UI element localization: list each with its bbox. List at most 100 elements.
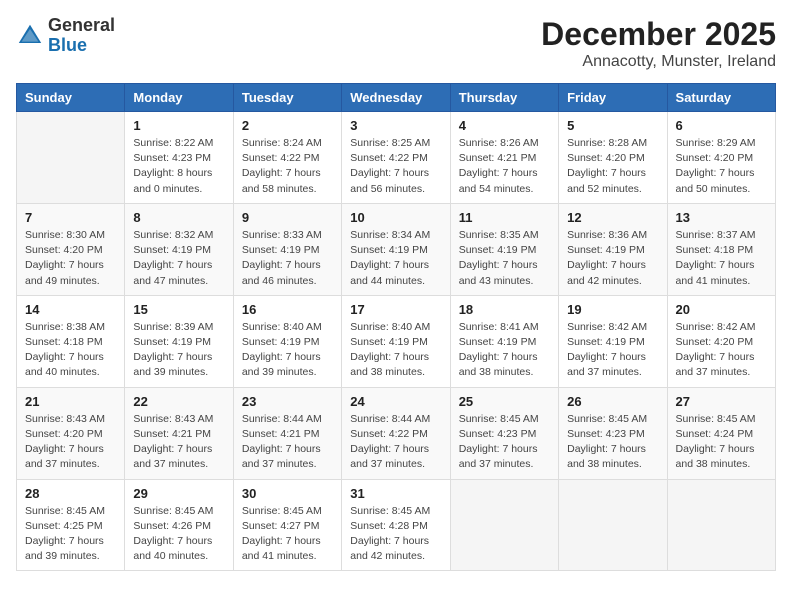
day-info: Sunrise: 8:44 AMSunset: 4:21 PMDaylight:… [242, 412, 333, 473]
calendar-cell: 23 Sunrise: 8:44 AMSunset: 4:21 PMDayligh… [233, 387, 341, 479]
day-info: Sunrise: 8:45 AMSunset: 4:23 PMDaylight:… [567, 412, 658, 473]
day-number: 23 [242, 394, 333, 409]
calendar-cell: 25 Sunrise: 8:45 AMSunset: 4:23 PMDayligh… [450, 387, 558, 479]
day-number: 12 [567, 210, 658, 225]
calendar-cell: 10Sunrise: 8:34 AMSunset: 4:19 PMDayligh… [342, 203, 450, 295]
day-number: 5 [567, 118, 658, 133]
calendar-cell: 30 Sunrise: 8:45 AMSunset: 4:27 PMDayligh… [233, 479, 341, 571]
day-info: Sunrise: 8:45 AMSunset: 4:28 PMDaylight:… [350, 504, 441, 565]
day-number: 13 [676, 210, 767, 225]
day-number: 29 [133, 486, 224, 501]
day-number: 14 [25, 302, 116, 317]
day-info: Sunrise: 8:35 AMSunset: 4:19 PMDaylight:… [459, 228, 550, 289]
day-number: 25 [459, 394, 550, 409]
weekday-header: Sunday [17, 84, 125, 112]
calendar-week-row: 7Sunrise: 8:30 AMSunset: 4:20 PMDaylight… [17, 203, 776, 295]
day-number: 28 [25, 486, 116, 501]
day-number: 8 [133, 210, 224, 225]
day-number: 26 [567, 394, 658, 409]
day-info: Sunrise: 8:30 AMSunset: 4:20 PMDaylight:… [25, 228, 116, 289]
calendar-cell: 3Sunrise: 8:25 AMSunset: 4:22 PMDaylight… [342, 112, 450, 204]
day-number: 30 [242, 486, 333, 501]
calendar-cell: 24Sunrise: 8:44 AMSunset: 4:22 PMDayligh… [342, 387, 450, 479]
page-subtitle: Annacotty, Munster, Ireland [541, 53, 776, 71]
day-info: Sunrise: 8:38 AMSunset: 4:18 PMDaylight:… [25, 320, 116, 381]
weekday-header: Saturday [667, 84, 775, 112]
day-number: 18 [459, 302, 550, 317]
day-info: Sunrise: 8:45 AMSunset: 4:26 PMDaylight:… [133, 504, 224, 565]
day-number: 19 [567, 302, 658, 317]
day-info: Sunrise: 8:42 AMSunset: 4:20 PMDaylight:… [676, 320, 767, 381]
day-info: Sunrise: 8:25 AMSunset: 4:22 PMDaylight:… [350, 136, 441, 197]
day-number: 10 [350, 210, 441, 225]
calendar-cell: 20 Sunrise: 8:42 AMSunset: 4:20 PMDayligh… [667, 295, 775, 387]
weekday-header: Friday [559, 84, 667, 112]
day-number: 1 [133, 118, 224, 133]
day-info: Sunrise: 8:22 AMSunset: 4:23 PMDaylight:… [133, 136, 224, 197]
calendar-cell: 9 Sunrise: 8:33 AMSunset: 4:19 PMDaylight… [233, 203, 341, 295]
day-number: 9 [242, 210, 333, 225]
day-number: 31 [350, 486, 441, 501]
day-info: Sunrise: 8:45 AMSunset: 4:24 PMDaylight:… [676, 412, 767, 473]
calendar-cell: 14 Sunrise: 8:38 AMSunset: 4:18 PMDayligh… [17, 295, 125, 387]
calendar-cell: 15 Sunrise: 8:39 AMSunset: 4:19 PMDayligh… [125, 295, 233, 387]
calendar-cell: 26 Sunrise: 8:45 AMSunset: 4:23 PMDayligh… [559, 387, 667, 479]
calendar-cell: 7Sunrise: 8:30 AMSunset: 4:20 PMDaylight… [17, 203, 125, 295]
calendar-table: SundayMondayTuesdayWednesdayThursdayFrid… [16, 83, 776, 571]
calendar-week-row: 14 Sunrise: 8:38 AMSunset: 4:18 PMDayligh… [17, 295, 776, 387]
calendar-cell: 12 Sunrise: 8:36 AMSunset: 4:19 PMDayligh… [559, 203, 667, 295]
day-info: Sunrise: 8:33 AMSunset: 4:19 PMDaylight:… [242, 228, 333, 289]
calendar-cell [450, 479, 558, 571]
day-number: 16 [242, 302, 333, 317]
logo-general: General [48, 15, 115, 35]
calendar-cell: 8Sunrise: 8:32 AMSunset: 4:19 PMDaylight… [125, 203, 233, 295]
day-number: 20 [676, 302, 767, 317]
weekday-header: Tuesday [233, 84, 341, 112]
calendar-cell: 18Sunrise: 8:41 AMSunset: 4:19 PMDayligh… [450, 295, 558, 387]
day-number: 21 [25, 394, 116, 409]
calendar-cell: 19 Sunrise: 8:42 AMSunset: 4:19 PMDayligh… [559, 295, 667, 387]
day-info: Sunrise: 8:43 AMSunset: 4:21 PMDaylight:… [133, 412, 224, 473]
calendar-cell [559, 479, 667, 571]
day-info: Sunrise: 8:40 AMSunset: 4:19 PMDaylight:… [350, 320, 441, 381]
calendar-week-row: 28 Sunrise: 8:45 AMSunset: 4:25 PMDayligh… [17, 479, 776, 571]
day-info: Sunrise: 8:36 AMSunset: 4:19 PMDaylight:… [567, 228, 658, 289]
weekday-header: Monday [125, 84, 233, 112]
day-info: Sunrise: 8:28 AMSunset: 4:20 PMDaylight:… [567, 136, 658, 197]
day-number: 6 [676, 118, 767, 133]
day-info: Sunrise: 8:44 AMSunset: 4:22 PMDaylight:… [350, 412, 441, 473]
calendar-cell: 31 Sunrise: 8:45 AMSunset: 4:28 PMDayligh… [342, 479, 450, 571]
calendar-cell: 29 Sunrise: 8:45 AMSunset: 4:26 PMDayligh… [125, 479, 233, 571]
day-info: Sunrise: 8:26 AMSunset: 4:21 PMDaylight:… [459, 136, 550, 197]
calendar-cell: 4Sunrise: 8:26 AMSunset: 4:21 PMDaylight… [450, 112, 558, 204]
page-title: December 2025 [541, 16, 776, 53]
calendar-cell: 28 Sunrise: 8:45 AMSunset: 4:25 PMDayligh… [17, 479, 125, 571]
calendar-cell: 16 Sunrise: 8:40 AMSunset: 4:19 PMDayligh… [233, 295, 341, 387]
day-info: Sunrise: 8:43 AMSunset: 4:20 PMDaylight:… [25, 412, 116, 473]
day-info: Sunrise: 8:40 AMSunset: 4:19 PMDaylight:… [242, 320, 333, 381]
day-info: Sunrise: 8:45 AMSunset: 4:23 PMDaylight:… [459, 412, 550, 473]
calendar-cell: 13 Sunrise: 8:37 AMSunset: 4:18 PMDayligh… [667, 203, 775, 295]
calendar-header-row: SundayMondayTuesdayWednesdayThursdayFrid… [17, 84, 776, 112]
title-block: December 2025 Annacotty, Munster, Irelan… [541, 16, 776, 71]
calendar-cell [667, 479, 775, 571]
day-info: Sunrise: 8:29 AMSunset: 4:20 PMDaylight:… [676, 136, 767, 197]
day-info: Sunrise: 8:39 AMSunset: 4:19 PMDaylight:… [133, 320, 224, 381]
day-number: 27 [676, 394, 767, 409]
page-header: General Blue December 2025 Annacotty, Mu… [16, 16, 776, 71]
calendar-cell: 22Sunrise: 8:43 AMSunset: 4:21 PMDayligh… [125, 387, 233, 479]
day-number: 15 [133, 302, 224, 317]
calendar-week-row: 21 Sunrise: 8:43 AMSunset: 4:20 PMDayligh… [17, 387, 776, 479]
day-number: 2 [242, 118, 333, 133]
calendar-cell: 5 Sunrise: 8:28 AMSunset: 4:20 PMDaylight… [559, 112, 667, 204]
weekday-header: Thursday [450, 84, 558, 112]
day-number: 11 [459, 210, 550, 225]
day-info: Sunrise: 8:45 AMSunset: 4:27 PMDaylight:… [242, 504, 333, 565]
logo-blue: Blue [48, 35, 87, 55]
calendar-cell: 11 Sunrise: 8:35 AMSunset: 4:19 PMDayligh… [450, 203, 558, 295]
day-info: Sunrise: 8:37 AMSunset: 4:18 PMDaylight:… [676, 228, 767, 289]
logo-icon [16, 22, 44, 50]
day-info: Sunrise: 8:42 AMSunset: 4:19 PMDaylight:… [567, 320, 658, 381]
day-info: Sunrise: 8:45 AMSunset: 4:25 PMDaylight:… [25, 504, 116, 565]
logo: General Blue [16, 16, 115, 56]
